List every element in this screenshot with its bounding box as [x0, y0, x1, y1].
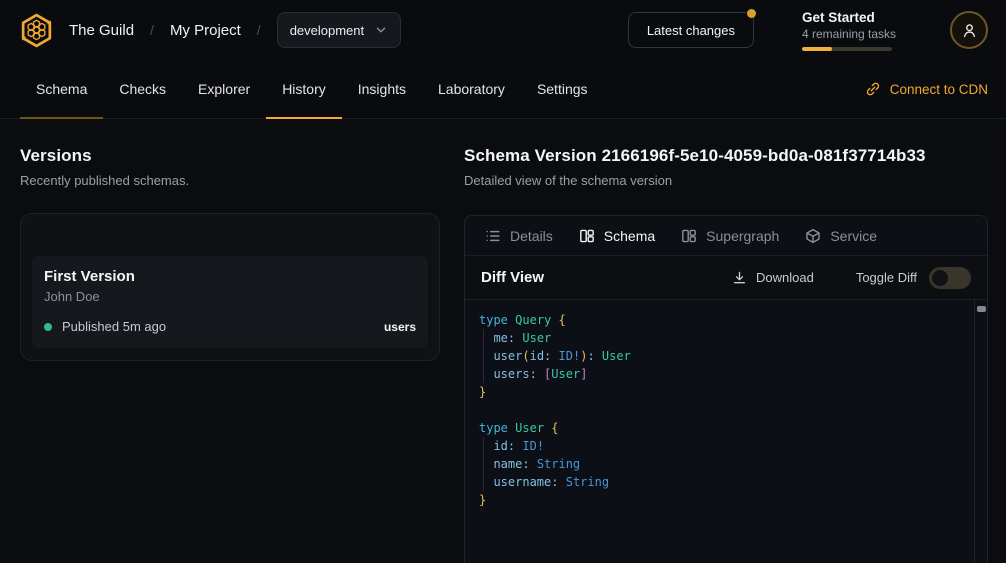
version-author: John Doe [44, 289, 416, 304]
breadcrumb: The Guild / My Project / development [69, 12, 401, 48]
user-icon [961, 22, 978, 39]
nav-tab-schema[interactable]: Schema [20, 60, 103, 118]
schema-version-panel: Schema Version 2166196f-5e10-4059-bd0a-0… [464, 146, 988, 563]
code-line: name: String [479, 455, 967, 473]
toggle-diff-label: Toggle Diff [856, 270, 917, 285]
link-icon [865, 81, 881, 97]
code-line: type Query { [479, 311, 967, 329]
columns-icon [579, 228, 595, 244]
code-line [479, 401, 967, 419]
versions-subtitle: Recently published schemas. [20, 173, 440, 188]
progress-bar [802, 47, 892, 51]
code-line: user(id: ID!): User [479, 347, 967, 365]
connect-cdn-label: Connect to CDN [890, 82, 988, 97]
scrollbar[interactable] [974, 300, 987, 563]
versions-list: First Version John Doe Published 5m ago … [20, 213, 440, 361]
code-line: me: User [479, 329, 967, 347]
version-service-badge: users [384, 320, 416, 334]
latest-changes-label: Latest changes [647, 23, 735, 38]
breadcrumb-separator: / [150, 22, 154, 38]
code-line: } [479, 383, 967, 401]
version-status: Published 5m ago [62, 319, 166, 334]
code-line: id: ID! [479, 437, 967, 455]
scrollbar-thumb[interactable] [977, 306, 986, 312]
code-line: users: [User] [479, 365, 967, 383]
nav-tab-checks[interactable]: Checks [103, 60, 182, 118]
list-icon [485, 228, 501, 244]
main-content: Versions Recently published schemas. Fir… [0, 119, 1006, 563]
detail-tab-label: Schema [604, 228, 655, 244]
diff-view-toolbar: Diff View Download Toggle Diff [465, 256, 987, 300]
detail-tab-details[interactable]: Details [485, 228, 553, 244]
schema-version-subtitle: Detailed view of the schema version [464, 173, 988, 188]
nav-tab-history[interactable]: History [266, 60, 342, 118]
guild-logo-icon[interactable] [18, 12, 55, 49]
toggle-diff-switch[interactable] [929, 267, 971, 289]
version-name: First Version [44, 268, 416, 285]
download-icon [732, 270, 747, 285]
latest-changes-button[interactable]: Latest changes [628, 12, 754, 48]
version-card[interactable]: First Version John Doe Published 5m ago … [32, 256, 428, 348]
get-started-title: Get Started [802, 10, 894, 25]
get-started-widget[interactable]: Get Started 4 remaining tasks [802, 10, 894, 51]
nav-tab-insights[interactable]: Insights [342, 60, 422, 118]
detail-tab-label: Service [830, 228, 877, 244]
cube-icon [805, 228, 821, 244]
breadcrumb-separator: / [257, 22, 261, 38]
download-label: Download [756, 270, 814, 285]
target-select[interactable]: development [277, 12, 401, 48]
detail-tab-supergraph[interactable]: Supergraph [681, 228, 779, 244]
nav-tab-laboratory[interactable]: Laboratory [422, 60, 521, 118]
detail-tab-label: Details [510, 228, 553, 244]
detail-tab-label: Supergraph [706, 228, 779, 244]
connect-cdn-link[interactable]: Connect to CDN [865, 60, 988, 118]
toggle-knob [932, 270, 948, 286]
nav-tab-explorer[interactable]: Explorer [182, 60, 266, 118]
code-line: type User { [479, 419, 967, 437]
diff-view-title: Diff View [481, 269, 544, 286]
target-select-value: development [290, 23, 364, 38]
app-header: The Guild / My Project / development Lat… [0, 0, 1006, 60]
breadcrumb-org[interactable]: The Guild [69, 22, 134, 39]
code-line: username: String [479, 473, 967, 491]
chevron-down-icon [374, 23, 388, 37]
avatar[interactable] [950, 11, 988, 49]
versions-title: Versions [20, 146, 440, 166]
detail-tab-schema[interactable]: Schema [579, 228, 655, 244]
main-nav: SchemaChecksExplorerHistoryInsightsLabor… [0, 60, 1006, 119]
schema-version-title: Schema Version 2166196f-5e10-4059-bd0a-0… [464, 146, 988, 166]
breadcrumb-project[interactable]: My Project [170, 22, 241, 39]
detail-tab-service[interactable]: Service [805, 228, 877, 244]
versions-panel: Versions Recently published schemas. Fir… [20, 146, 440, 563]
detail-tab-bar: Details Schema Supergraph Service [465, 216, 987, 256]
columns-icon [681, 228, 697, 244]
notification-dot [747, 9, 756, 18]
get-started-subtitle: 4 remaining tasks [802, 27, 894, 41]
code-editor[interactable]: type Query { me: User user(id: ID!): Use… [465, 300, 987, 563]
code-line: } [479, 491, 967, 509]
nav-tab-settings[interactable]: Settings [521, 60, 604, 118]
published-status-dot [44, 323, 52, 331]
schema-detail-panel: Details Schema Supergraph Service Diff View… [464, 215, 988, 563]
download-button[interactable]: Download [732, 270, 814, 285]
